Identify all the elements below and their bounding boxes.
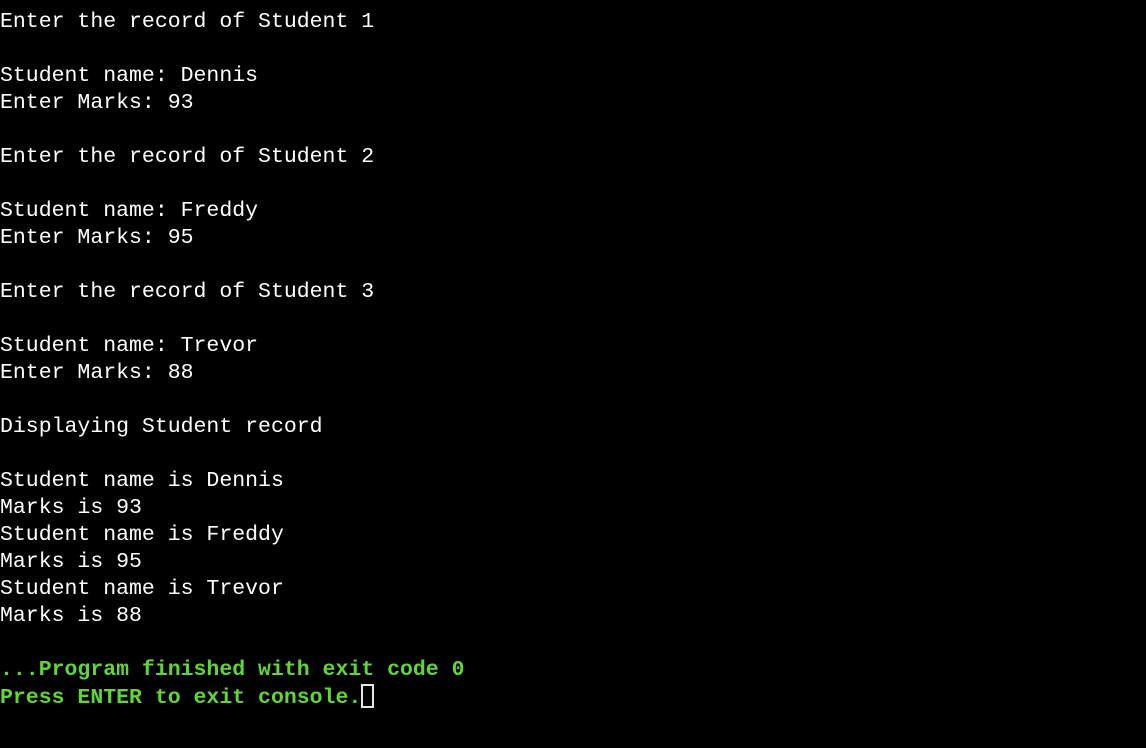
console-line-text: Enter the record of Student 1 <box>0 10 375 34</box>
console-output-line: Enter Marks: 95 <box>0 225 1146 252</box>
console-output-line: Student name is Trevor <box>0 576 1146 603</box>
console-output-line: Student name: Trevor <box>0 333 1146 360</box>
console-line-text: Student name: Freddy <box>0 199 259 223</box>
console-output-line: Student name: Dennis <box>0 63 1146 90</box>
console-output-line: Marks is 93 <box>0 495 1146 522</box>
console-status-line: ...Program finished with exit code 0 <box>0 657 1146 684</box>
console-line-text: Enter Marks: 88 <box>0 361 194 385</box>
console-line-text: Marks is 93 <box>0 496 142 520</box>
console-line-text: Enter the record of Student 3 <box>0 280 375 304</box>
console-line-text: ...Program finished with exit code 0 <box>0 658 465 682</box>
console-line-text: Student name is Freddy <box>0 523 284 547</box>
console-output-line: Enter the record of Student 2 <box>0 144 1146 171</box>
console-output-line: Student name is Dennis <box>0 468 1146 495</box>
console-output-line: Student name is Freddy <box>0 522 1146 549</box>
console-output-line: Enter Marks: 88 <box>0 360 1146 387</box>
console-output-line: Marks is 88 <box>0 603 1146 630</box>
console-output-line: Enter the record of Student 3 <box>0 279 1146 306</box>
console-line-text: Marks is 95 <box>0 550 142 574</box>
console-output-line: Enter Marks: 93 <box>0 90 1146 117</box>
console-line-text: Enter Marks: 93 <box>0 91 194 115</box>
console-line-text: Press ENTER to exit console. <box>0 686 362 710</box>
console-line-text: Student name is Dennis <box>0 469 284 493</box>
console-line-text: Marks is 88 <box>0 604 142 628</box>
console-output-area[interactable]: Enter the record of Student 1 Student nam… <box>0 0 1146 748</box>
console-output-line: Displaying Student record <box>0 414 1146 441</box>
text-cursor[interactable] <box>361 684 375 708</box>
console-output-line: Student name: Freddy <box>0 198 1146 225</box>
console-line-text: Student name: Trevor <box>0 334 259 358</box>
console-status-line: Press ENTER to exit console. <box>0 684 1146 711</box>
console-line-text: Student name: Dennis <box>0 64 259 88</box>
console-line-text: Enter Marks: 95 <box>0 226 194 250</box>
console-line-text: Displaying Student record <box>0 415 323 439</box>
console-output-line: Enter the record of Student 1 <box>0 9 1146 36</box>
console-line-text: Student name is Trevor <box>0 577 284 601</box>
console-line-text: Enter the record of Student 2 <box>0 145 375 169</box>
console-output-line: Marks is 95 <box>0 549 1146 576</box>
